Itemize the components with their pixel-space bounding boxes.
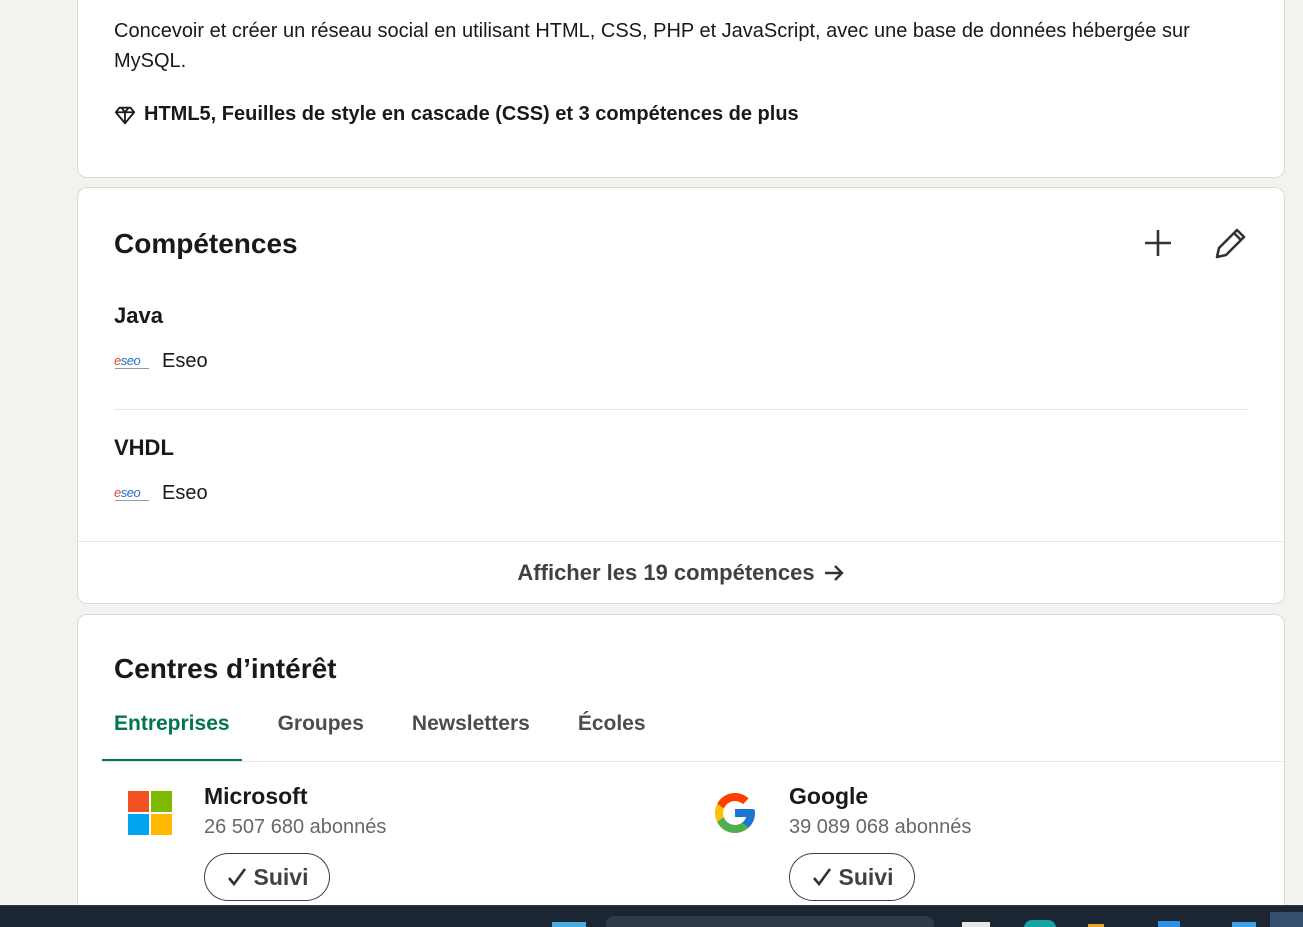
following-button[interactable]: Suivi (204, 853, 330, 901)
taskbar-app-icon[interactable] (1024, 920, 1056, 927)
show-all-skills-button[interactable]: Afficher les 19 compétences (78, 541, 1284, 603)
interests-card: Centres d’intérêt Entreprises Groupes Ne… (77, 614, 1285, 927)
following-label: Suivi (838, 863, 894, 890)
skills-title: Compétences (114, 228, 298, 259)
show-all-skills-label: Afficher les 19 compétences (517, 559, 815, 585)
check-icon (811, 866, 833, 888)
tab-ecoles[interactable]: Écoles (566, 700, 658, 762)
plus-icon (1143, 228, 1173, 258)
google-logo[interactable] (705, 783, 765, 843)
skill-source-label: Eseo (162, 350, 208, 372)
skill-source: eseo Eseo (114, 350, 1248, 373)
taskbar-app-icon[interactable] (1270, 912, 1303, 927)
interests-tabs: Entreprises Groupes Newsletters Écoles (102, 700, 682, 762)
skill-name: VHDL (114, 435, 174, 460)
skills-card: Compétences Java eseo Eseo VHDL eseo Ese… (77, 187, 1285, 604)
skill-source-label: Eseo (162, 482, 208, 504)
edit-skills-button[interactable] (1209, 221, 1253, 265)
taskbar-app-icon[interactable] (962, 922, 990, 927)
project-skills-summary: HTML5, Feuilles de style en cascade (CSS… (144, 103, 799, 125)
following-button[interactable]: Suivi (789, 853, 915, 901)
project-description: Concevoir et créer un réseau social en u… (114, 20, 1190, 72)
check-icon (226, 866, 248, 888)
skill-name: Java (114, 303, 163, 328)
company-item[interactable]: Google 39 089 068 abonnés Suivi (705, 783, 971, 901)
company-item[interactable]: Microsoft 26 507 680 abonnés Suivi (120, 783, 386, 901)
taskbar (0, 905, 1303, 927)
skill-source: eseo Eseo (114, 482, 1248, 505)
eseo-logo: eseo (114, 354, 150, 369)
skill-item[interactable]: VHDL eseo Eseo (114, 435, 1248, 505)
pencil-icon (1214, 226, 1248, 260)
project-card: Concevoir et créer un réseau social en u… (77, 0, 1285, 178)
add-skill-button[interactable] (1136, 221, 1180, 265)
company-name[interactable]: Microsoft (204, 783, 386, 810)
company-followers: 26 507 680 abonnés (204, 816, 387, 838)
arrow-right-icon (823, 562, 845, 584)
tab-groupes[interactable]: Groupes (266, 700, 376, 762)
skill-item[interactable]: Java eseo Eseo (114, 303, 1248, 373)
eseo-logo: eseo (114, 486, 150, 501)
following-label: Suivi (253, 863, 309, 890)
microsoft-logo[interactable] (120, 783, 180, 843)
taskbar-app-icon[interactable] (1232, 922, 1256, 927)
tabs-divider (102, 761, 1284, 762)
start-icon[interactable] (552, 922, 586, 927)
interests-title: Centres d’intérêt (114, 653, 337, 684)
company-followers: 39 089 068 abonnés (789, 816, 972, 838)
company-name[interactable]: Google (789, 783, 971, 810)
tab-newsletters[interactable]: Newsletters (400, 700, 542, 762)
taskbar-app-icon[interactable] (1158, 921, 1180, 927)
diamond-icon (114, 104, 136, 126)
project-skills-link[interactable]: HTML5, Feuilles de style en cascade (CSS… (114, 103, 799, 126)
skill-divider (114, 409, 1248, 410)
taskbar-search-box[interactable] (606, 916, 934, 927)
tab-entreprises[interactable]: Entreprises (102, 700, 242, 762)
